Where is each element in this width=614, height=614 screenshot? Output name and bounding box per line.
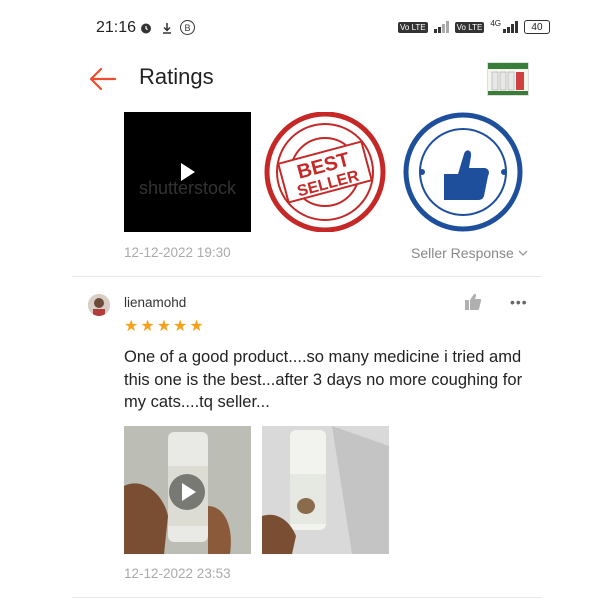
thumbs-up-icon bbox=[465, 293, 482, 310]
page-title: Ratings bbox=[139, 64, 214, 89]
like-button[interactable] bbox=[464, 293, 482, 311]
play-icon bbox=[180, 163, 195, 181]
product-thumbnail[interactable] bbox=[487, 62, 529, 96]
seller-response-toggle[interactable]: Seller Response bbox=[411, 245, 528, 261]
status-right: Vo LTE Vo LTE 4G 40 bbox=[398, 18, 550, 34]
volte-badge-1: Vo LTE bbox=[398, 21, 428, 33]
best-seller-stamp-image[interactable]: BEST SELLER bbox=[262, 112, 389, 232]
battery-icon: 40 bbox=[523, 20, 550, 34]
more-icon[interactable]: ••• bbox=[510, 294, 528, 310]
back-button[interactable] bbox=[88, 66, 118, 92]
status-time: 21:16 bbox=[96, 19, 137, 36]
review-image[interactable] bbox=[262, 426, 389, 554]
b-badge-icon: B bbox=[180, 20, 195, 35]
review-text: One of a good product....so many medicin… bbox=[124, 348, 523, 411]
alarm-icon bbox=[138, 20, 153, 35]
avatar[interactable] bbox=[88, 294, 110, 316]
signal-icon-2 bbox=[502, 21, 518, 33]
network-type: 4G bbox=[490, 18, 501, 28]
review-video-2[interactable] bbox=[124, 426, 251, 554]
divider bbox=[72, 276, 542, 277]
reviewer-username: lienamohd bbox=[124, 295, 187, 310]
review-date: 12-12-2022 19:30 bbox=[124, 245, 231, 260]
volte-badge-2: Vo LTE bbox=[454, 21, 485, 33]
back-arrow-icon bbox=[89, 67, 117, 91]
seller-response-label: Seller Response bbox=[411, 245, 514, 261]
divider bbox=[72, 597, 542, 598]
avatar-image bbox=[88, 294, 110, 316]
best-seller-stamp-graphic: BEST SELLER bbox=[264, 112, 386, 232]
chevron-down-icon bbox=[518, 250, 528, 256]
rating-stars: ★★★★★ bbox=[124, 319, 206, 335]
recommended-stamp-image[interactable] bbox=[400, 112, 527, 232]
recommended-stamp-graphic bbox=[403, 112, 523, 232]
review-video-thumbnail bbox=[124, 426, 251, 554]
download-icon bbox=[159, 20, 174, 35]
status-bar: 21:16 B Vo LTE Vo LTE 4G 40 bbox=[0, 0, 614, 58]
status-icons: B bbox=[138, 20, 195, 35]
product-thumbnail-image bbox=[488, 63, 528, 95]
review-image-graphic bbox=[262, 426, 389, 554]
rating-stars-text: ★★★★★ bbox=[124, 318, 206, 335]
review-video-1[interactable]: shutterstock bbox=[124, 112, 251, 232]
review-date-2: 12-12-2022 23:53 bbox=[124, 566, 231, 581]
signal-icon bbox=[433, 21, 449, 33]
